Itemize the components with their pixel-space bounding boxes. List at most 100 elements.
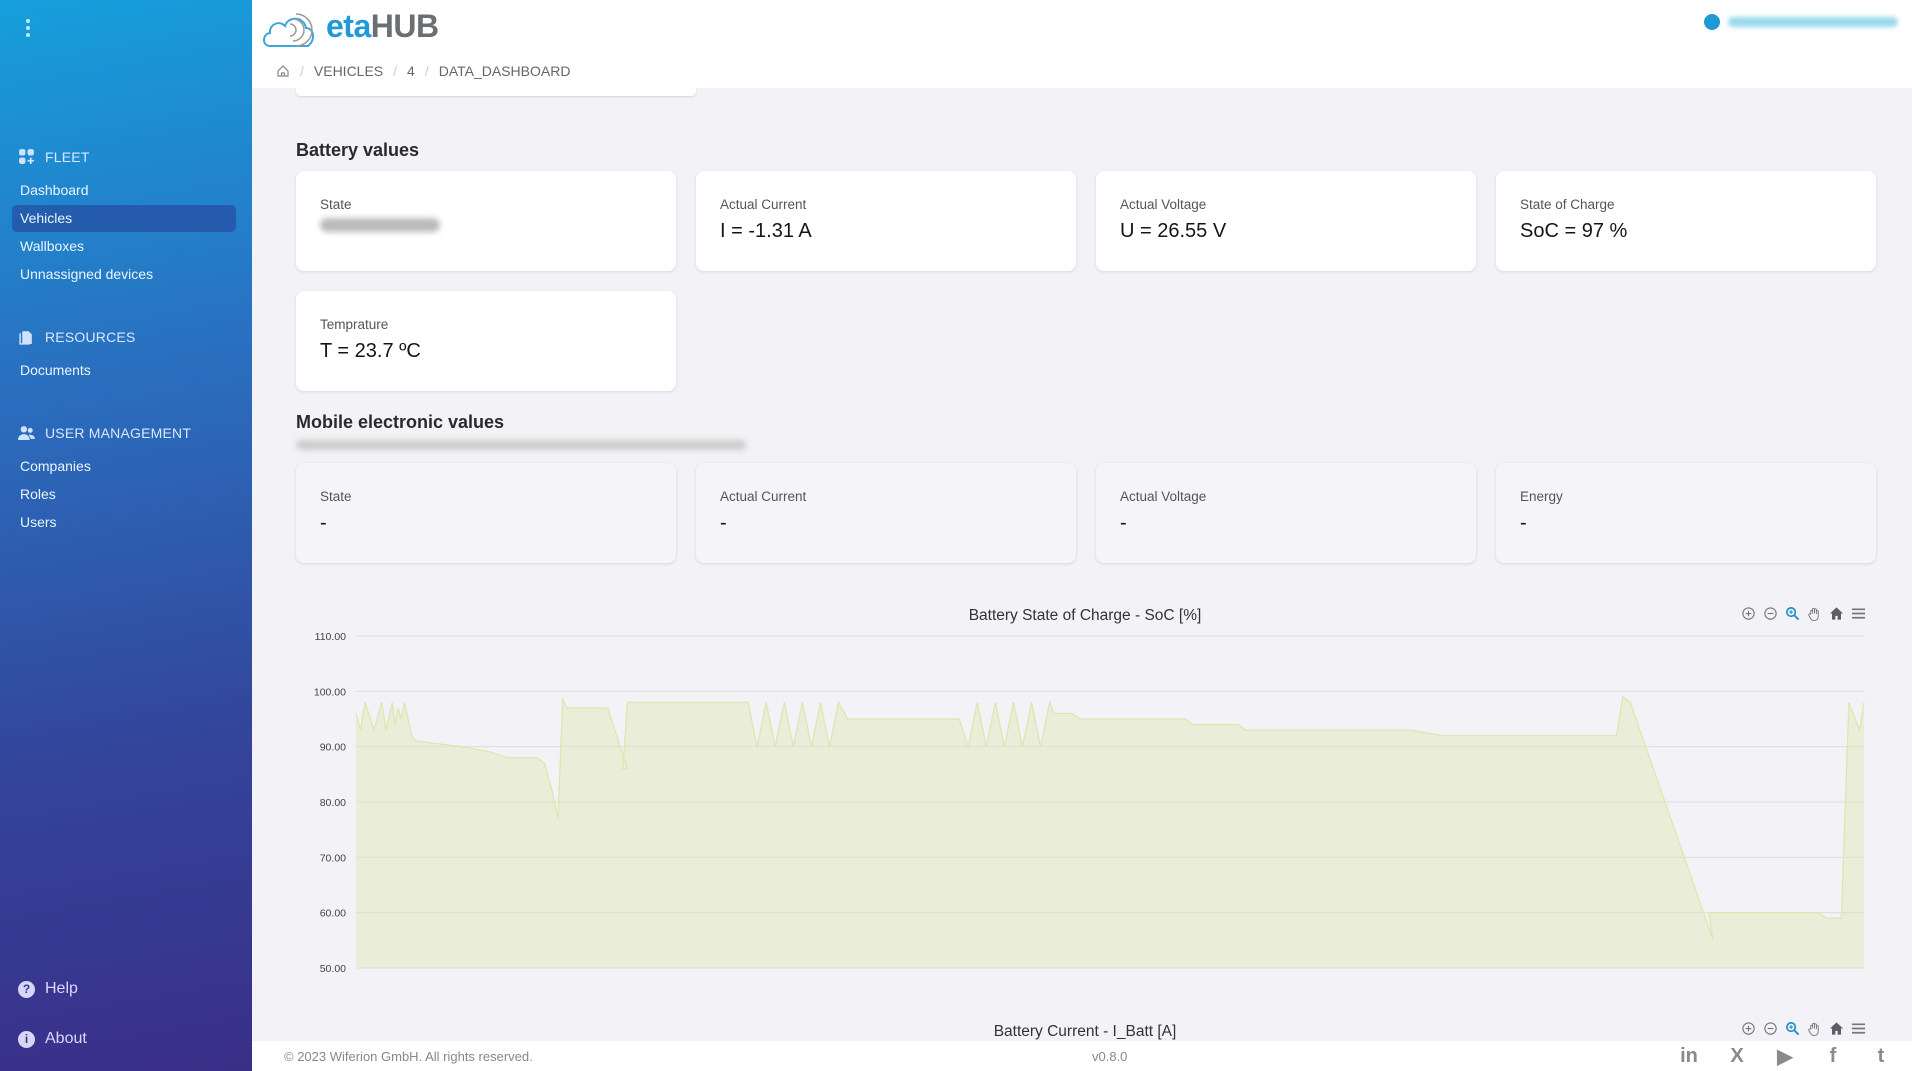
current-chart-title: Battery Current - I_Batt [A] [993,1023,1177,1040]
sidebar-item-dashboard[interactable]: Dashboard [12,177,236,204]
card-label: State [320,489,352,504]
y-tick-label: 70.00 [320,852,346,864]
mobile-device-info-blurred [296,440,746,450]
battery-values-title: Battery values [296,140,420,160]
current-chart-toolbar [1740,1020,1866,1036]
sidebar-section-user-management: USER MANAGEMENT [18,424,191,441]
app-version: v0.8.0 [1092,1049,1128,1064]
sidebar-section-fleet: FLEET [18,148,90,165]
sidebar-item-roles[interactable]: Roles [12,481,236,508]
mobile-state-card: State - [296,463,676,563]
card-label: Energy [1520,489,1563,504]
menu-icon[interactable] [1850,605,1866,621]
card-value: - [1520,512,1527,534]
section-label: USER MANAGEMENT [45,424,192,441]
card-label: Actual Current [720,489,807,504]
y-tick-label: 50.00 [320,963,346,975]
top-header: etaHUB / VEHICLES / 4 / DATA_DASHBOARD [252,0,1912,88]
breadcrumb-separator: / [393,63,398,79]
soc-area-chart[interactable]: 110.00 100.00 90.00 80.00 70.00 60.00 50.00 [296,620,1876,980]
y-tick-label: 110.00 [315,631,346,643]
documents-icon [19,331,32,345]
section-label: FLEET [45,148,90,165]
home-icon[interactable] [276,64,290,78]
sidebar-item-users[interactable]: Users [12,509,236,536]
about-label: About [45,1030,87,1047]
users-icon [18,426,35,440]
card-value: - [1120,512,1127,534]
battery-state-card: State [296,171,676,271]
sidebar-item-unassigned-devices[interactable]: Unnassigned devices [12,261,236,288]
facebook-icon[interactable]: f [1820,1044,1846,1068]
about-link[interactable]: i About [18,1030,87,1048]
pan-icon[interactable] [1806,605,1822,621]
sidebar-item-wallboxes[interactable]: Wallboxes [12,233,236,260]
help-icon: ? [18,980,35,998]
breadcrumb-vehicle-id[interactable]: 4 [407,63,415,79]
sidebar-section-resources: RESOURCES [18,328,135,345]
xing-icon[interactable]: X [1724,1044,1750,1068]
breadcrumb-separator: / [300,63,304,79]
mobile-current-card: Actual Current - [696,463,1076,563]
etahub-logo[interactable]: etaHUB [260,2,439,50]
card-label: State of Charge [1520,197,1615,212]
y-tick-label: 60.00 [320,908,346,920]
card-value: SoC = 97 % [1520,220,1628,242]
y-tick-label: 100.00 [314,686,346,698]
breadcrumb-data-dashboard[interactable]: DATA_DASHBOARD [439,63,571,79]
breadcrumb-separator: / [424,63,429,79]
y-tick-label: 80.00 [320,797,346,809]
selection-zoom-icon[interactable] [1784,605,1800,621]
mobile-values-title: Mobile electronic values [296,412,505,432]
card-value: T = 23.7 ºC [320,340,421,362]
reset-home-icon[interactable] [1828,1020,1844,1036]
battery-current-card: Actual Current I = -1.31 A [696,171,1076,271]
sidebar-item-companies[interactable]: Companies [12,453,236,480]
logo-eta: eta [326,7,371,44]
battery-voltage-card: Actual Voltage U = 26.55 V [1096,171,1476,271]
youtube-icon[interactable]: ▶ [1772,1044,1798,1068]
soc-chart-toolbar [1740,605,1866,621]
card-value: I = -1.31 A [720,220,812,242]
mobile-energy-card: Energy - [1496,463,1876,563]
linkedin-icon[interactable]: in [1676,1044,1702,1068]
zoom-out-icon[interactable] [1762,605,1778,621]
vehicle-select-remnant [296,86,696,96]
page-footer: © 2023 Wiferion GmbH. All rights reserve… [252,1041,1912,1071]
soc-area-fill [356,696,1864,968]
card-label: Actual Voltage [1120,197,1207,212]
cloud-signal-icon [263,13,314,47]
reset-home-icon[interactable] [1828,605,1844,621]
section-label: RESOURCES [45,328,136,345]
mobile-voltage-card: Actual Voltage - [1096,463,1476,563]
kebab-menu-icon[interactable] [22,18,34,38]
sidebar: FLEET Dashboard Vehicles Wallboxes Unnas… [0,0,252,1071]
help-link[interactable]: ? Help [18,980,78,998]
breadcrumb-vehicles[interactable]: VEHICLES [314,63,383,79]
zoom-in-icon[interactable] [1740,605,1756,621]
zoom-out-icon[interactable] [1762,1020,1778,1036]
sidebar-item-vehicles[interactable]: Vehicles [12,205,236,232]
battery-temperature-card: Temprature T = 23.7 ºC [296,291,676,391]
card-label: Actual Voltage [1120,489,1207,504]
menu-icon[interactable] [1850,1020,1866,1036]
pan-icon[interactable] [1806,1020,1822,1036]
card-value: - [720,512,727,534]
twitter-icon[interactable]: t [1868,1044,1894,1068]
card-label: State [320,197,352,212]
card-label: Actual Current [720,197,807,212]
info-icon: i [18,1030,35,1048]
user-menu[interactable] [1704,14,1898,30]
selection-zoom-icon[interactable] [1784,1020,1800,1036]
copyright: © 2023 Wiferion GmbH. All rights reserve… [284,1049,533,1064]
y-tick-label: 90.00 [320,742,346,754]
breadcrumb: / VEHICLES / 4 / DATA_DASHBOARD [276,63,570,79]
apps-add-icon [19,149,34,164]
zoom-in-icon[interactable] [1740,1020,1756,1036]
battery-soc-card: State of Charge SoC = 97 % [1496,171,1876,271]
card-label: Temprature [320,317,389,332]
card-value: U = 26.55 V [1120,220,1227,242]
battery-state-value-blurred [320,218,440,232]
sidebar-item-documents[interactable]: Documents [12,357,236,384]
help-label: Help [45,980,78,997]
